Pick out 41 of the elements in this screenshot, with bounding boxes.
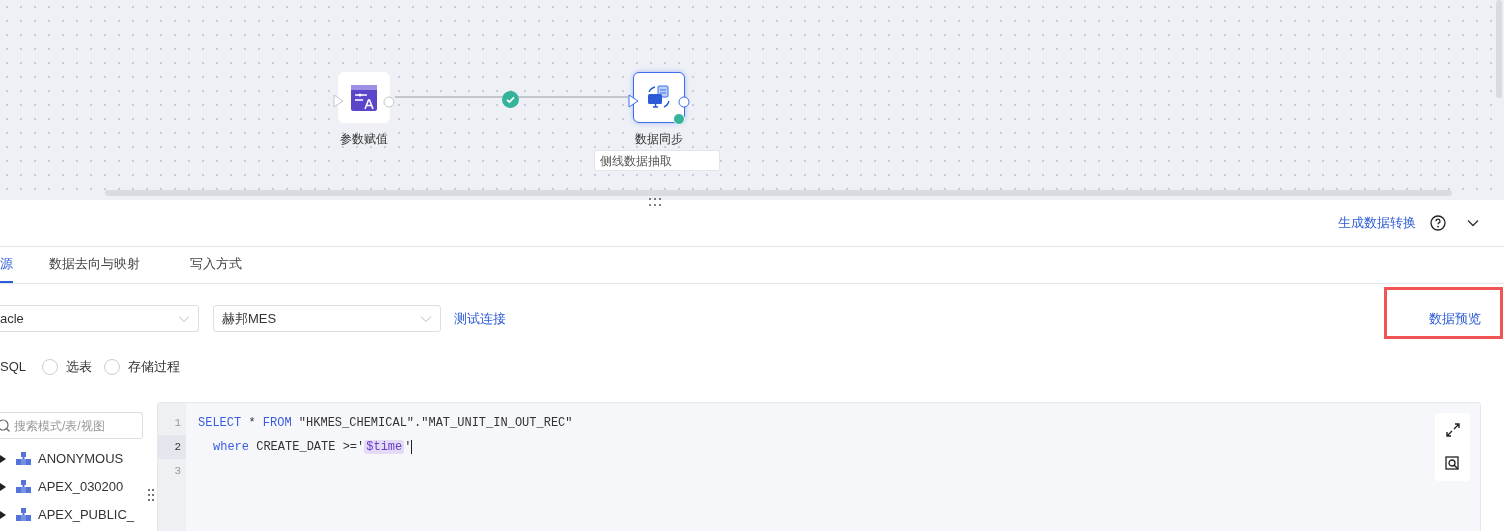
schema-name[interactable]: APEX_PUBLIC_: [38, 505, 135, 525]
chevron-icon: [420, 314, 432, 323]
scrollbar[interactable]: [105, 190, 1452, 196]
collapse-icon[interactable]: [1466, 218, 1480, 228]
code-line: SELECT * FROM "HKMES_CHEMICAL"."MAT_UNIT_IN_OUT_REC": [198, 415, 573, 432]
schema-icon: [16, 452, 31, 466]
schema-icon: [16, 480, 31, 494]
code-line: where CREATE_DATE >=' $time ': [212, 438, 413, 456]
node-label: 数据同步: [634, 131, 684, 148]
radio-button[interactable]: [42, 359, 58, 375]
tab[interactable]: 写入方式: [190, 247, 242, 283]
resize-handle-icon[interactable]: [148, 488, 154, 502]
schema-icon: [16, 508, 31, 522]
help-icon[interactable]: [1430, 215, 1446, 231]
tab[interactable]: 源: [0, 247, 13, 283]
preview-icon[interactable]: [1445, 456, 1460, 472]
datasource-select[interactable]: 赫邦MES: [213, 305, 441, 332]
search-field[interactable]: 搜索模式/表/视图: [0, 412, 143, 439]
radio-button[interactable]: [104, 359, 120, 375]
sliders-icon: [351, 84, 377, 111]
monitor-sync-icon: [645, 84, 673, 111]
expand-icon[interactable]: [1445, 422, 1460, 437]
schema-name[interactable]: ANONYMOUS: [38, 449, 124, 469]
caret-icon[interactable]: [0, 483, 6, 491]
option-label: SQL: [0, 358, 26, 377]
code-editor[interactable]: 1 SELECT * FROM "HKMES_CHEMICAL"."MAT_UNIT_IN_OUT_REC" 2 where CREATE_DATE >=' $time ' 3: [157, 402, 1481, 531]
schema-name[interactable]: APEX_030200: [38, 477, 124, 497]
caret-icon[interactable]: [0, 455, 6, 463]
source-type-select[interactable]: acle: [0, 305, 199, 332]
node-note: 侧线数据抽取: [594, 150, 720, 171]
flow-node[interactable]: [633, 72, 685, 123]
option-label: 选表: [66, 358, 92, 377]
chevron-icon: [178, 314, 190, 323]
caret-icon[interactable]: [0, 511, 6, 519]
line-number: 2: [158, 435, 186, 459]
tab[interactable]: 数据去向与映射: [49, 247, 140, 283]
preview-link[interactable]: 数据预览: [1429, 308, 1481, 329]
test-connection-link[interactable]: 测试连接: [454, 308, 506, 329]
node-label: 参数赋值: [339, 131, 389, 148]
option-label: 存储过程: [128, 358, 180, 377]
generate-link[interactable]: 生成数据转换: [1338, 213, 1416, 233]
